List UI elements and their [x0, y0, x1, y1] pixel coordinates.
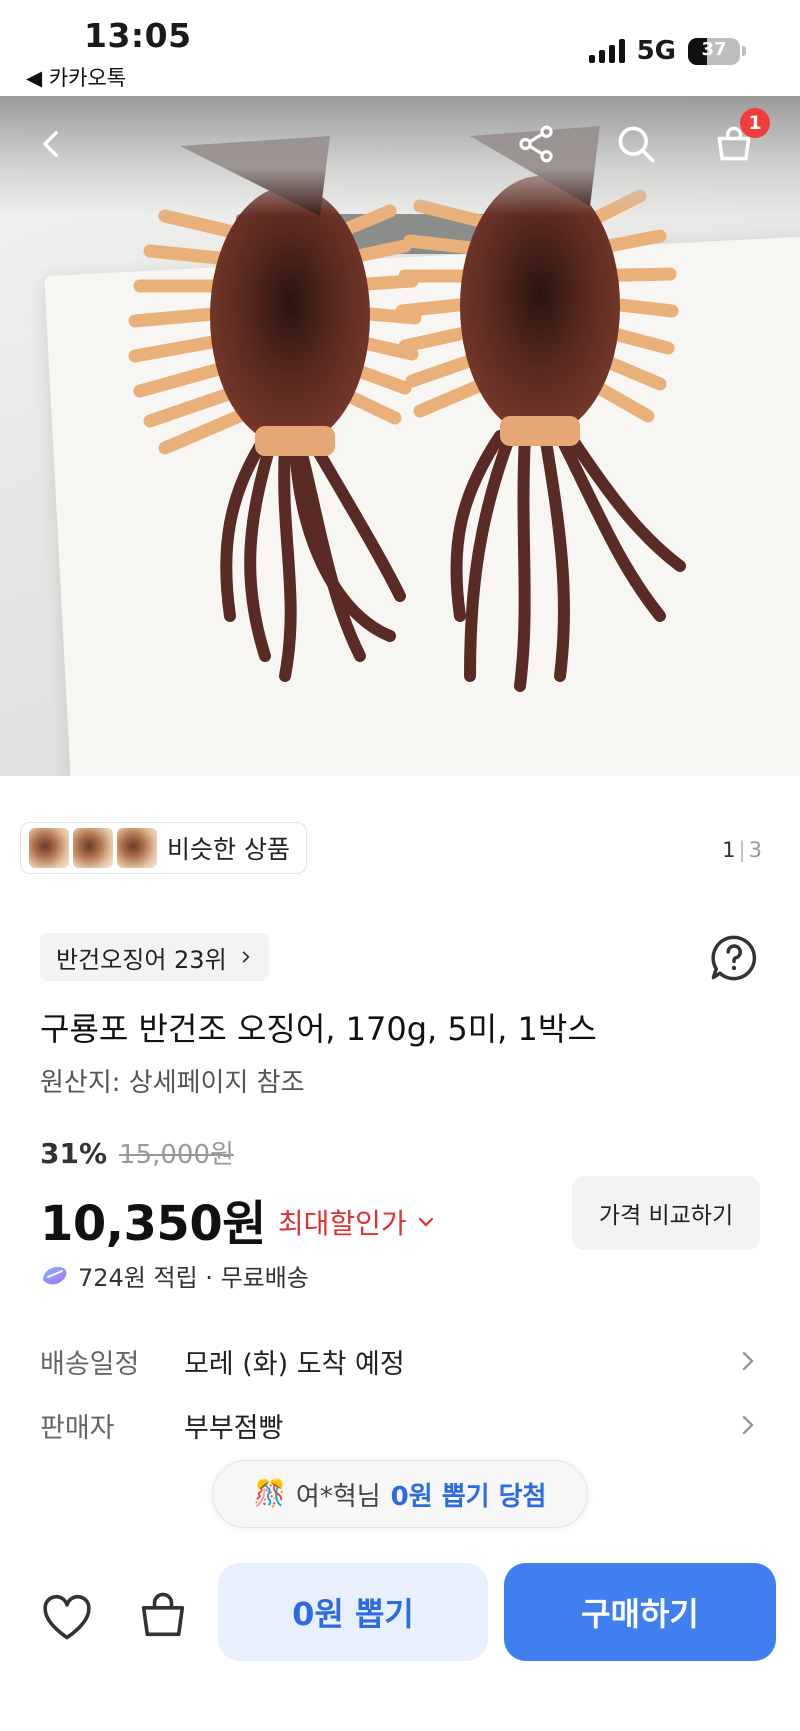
rank-label: 반건오징어 23위	[56, 945, 227, 974]
price-compare-button[interactable]: 가격 비교하기	[572, 1176, 760, 1250]
image-pager: 1 | 3	[722, 838, 762, 862]
share-button[interactable]	[508, 116, 564, 172]
pager-current: 1	[722, 838, 736, 862]
network-type: 5G	[636, 36, 676, 66]
heart-icon[interactable]	[38, 1588, 96, 1646]
similar-thumb-1	[29, 828, 69, 868]
info-label: 판매자	[40, 1412, 115, 1444]
search-icon	[618, 126, 655, 163]
status-time: 13:05	[84, 16, 192, 55]
shopping-bag-icon[interactable]	[134, 1586, 192, 1644]
battery-cap	[742, 46, 746, 56]
back-to-app-link[interactable]: ◀ 카카오톡	[26, 62, 126, 92]
top-nav: 1	[0, 96, 800, 186]
price-row: 10,350원 최대할인가	[40, 1184, 435, 1254]
info-value: 모레 (화) 도착 예정	[184, 1348, 405, 1380]
buy-now-button[interactable]: 구매하기	[504, 1563, 776, 1661]
pager-total: 3	[748, 838, 762, 862]
product-title: 구룡포 반건조 오징어, 170g, 5미, 1박스	[40, 1010, 597, 1048]
status-bar: 13:05 ◀ 카카오톡 5G 37	[0, 0, 800, 96]
chevron-down-icon	[418, 1217, 433, 1227]
similar-products-label: 비슷한 상품	[167, 835, 290, 864]
similar-thumb-3	[117, 828, 157, 868]
chevron-right-icon	[742, 1351, 754, 1371]
share-icon	[519, 125, 553, 163]
info-value: 부부점빵	[184, 1412, 284, 1444]
cart-count-badge: 1	[740, 108, 770, 138]
right-squid-collar	[500, 416, 580, 446]
question-chat-icon[interactable]	[708, 932, 760, 984]
winner-name: 여*혁님	[295, 1481, 381, 1512]
reward-shipping-row: 724원 적립 · 무료배송	[40, 1258, 309, 1293]
reward-points-icon	[43, 1266, 67, 1284]
chevron-right-icon	[242, 951, 250, 963]
seller-row[interactable]: 판매자 부부점빵	[40, 1400, 760, 1450]
max-discount-label: 최대할인가	[277, 1207, 407, 1240]
battery-percent: 37	[701, 38, 727, 60]
battery-icon: 37	[688, 37, 740, 65]
chevron-right-icon	[742, 1415, 754, 1435]
zero-won-draw-button[interactable]: 0원 뽑기	[218, 1563, 488, 1661]
product-image[interactable]	[0, 96, 800, 776]
cart-button[interactable]: 1	[706, 108, 770, 172]
draw-winner-banner: 🎊 여*혁님 0원 뽑기 당첨	[212, 1460, 588, 1528]
delivery-schedule-row[interactable]: 배송일정 모레 (화) 도착 예정	[40, 1336, 760, 1386]
cellular-signal-icon	[588, 39, 625, 63]
party-popper-icon: 🎊	[253, 1479, 286, 1509]
winner-prize: 0원 뽑기 당첨	[390, 1481, 547, 1512]
status-indicators: 5G 37	[588, 36, 746, 66]
search-button[interactable]	[608, 116, 664, 172]
reward-shipping-text: 724원 적립 · 무료배송	[78, 1264, 309, 1292]
bottom-action-bar: 0원 뽑기 구매하기	[0, 1548, 800, 1731]
left-squid-collar	[255, 426, 335, 456]
left-squid-body	[210, 186, 370, 446]
pager-separator: |	[738, 838, 746, 862]
product-origin: 원산지: 상세페이지 참조	[40, 1068, 305, 1098]
similar-products-button[interactable]: 비슷한 상품	[20, 822, 307, 874]
discount-percent: 31%	[40, 1137, 108, 1170]
category-rank-chip[interactable]: 반건오징어 23위	[40, 933, 269, 981]
back-arrow-icon	[43, 130, 58, 158]
similar-thumb-2	[73, 828, 113, 868]
sale-price: 10,350원	[40, 1196, 266, 1252]
discount-row: 31% 15,000원	[40, 1134, 234, 1171]
original-price: 15,000원	[119, 1140, 234, 1170]
info-label: 배송일정	[40, 1348, 140, 1380]
max-discount-toggle[interactable]: 최대할인가	[278, 1202, 435, 1242]
back-button[interactable]	[24, 116, 80, 172]
